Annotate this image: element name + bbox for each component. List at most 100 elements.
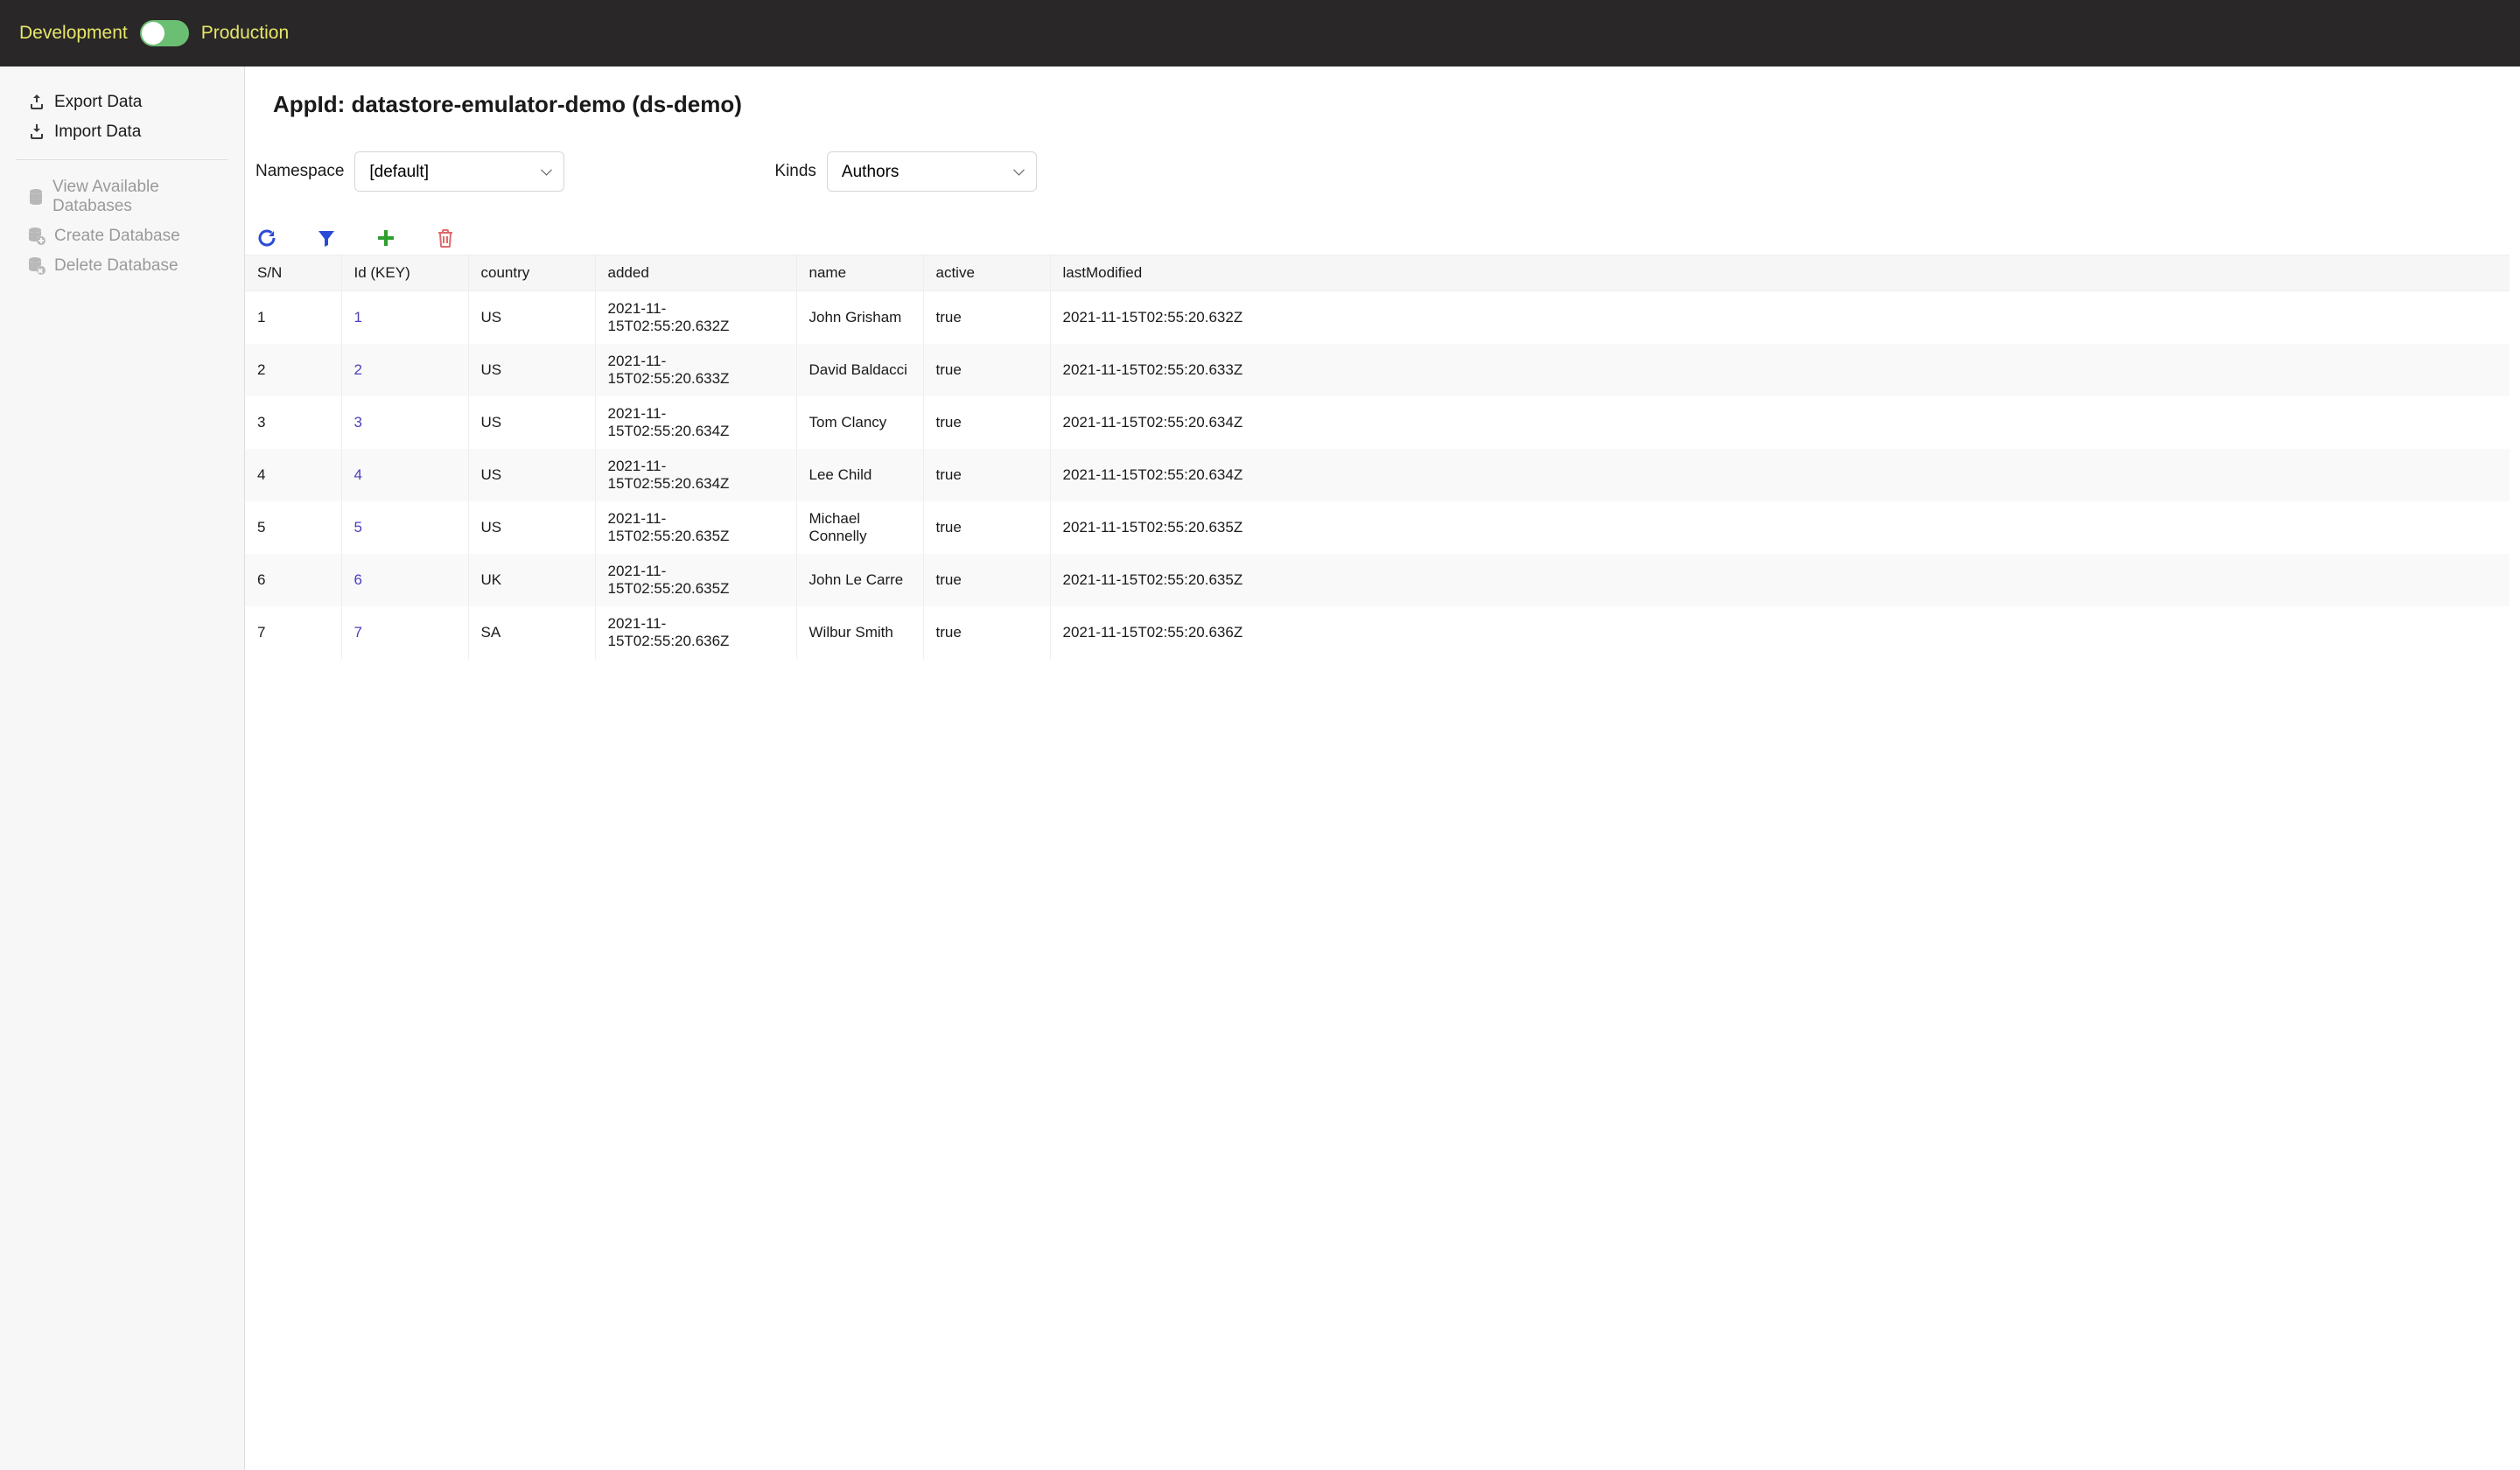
- cell-id[interactable]: 5: [341, 501, 468, 554]
- table-row[interactable]: 22US2021-11-15T02:55:20.633ZDavid Baldac…: [245, 344, 2510, 396]
- trash-icon: [437, 228, 454, 248]
- sidebar-create-database: Create Database: [16, 221, 228, 251]
- toggle-handle: [142, 22, 164, 45]
- kinds-label: Kinds: [774, 162, 816, 181]
- cell-id[interactable]: 4: [341, 449, 468, 501]
- cell-name: John Grisham: [796, 291, 923, 345]
- cell-active: true: [923, 396, 1050, 449]
- cell-added: 2021-11-15T02:55:20.635Z: [595, 501, 796, 554]
- cell-lastmodified: 2021-11-15T02:55:20.633Z: [1050, 344, 2510, 396]
- sidebar: Export Data Import Data View Available D…: [0, 66, 245, 1470]
- cell-added: 2021-11-15T02:55:20.635Z: [595, 554, 796, 606]
- database-icon: [28, 188, 44, 206]
- main-content: AppId: datastore-emulator-demo (ds-demo)…: [245, 66, 2520, 1470]
- cell-sn: 7: [245, 606, 341, 659]
- cell-id[interactable]: 6: [341, 554, 468, 606]
- cell-name: Tom Clancy: [796, 396, 923, 449]
- sidebar-import-data[interactable]: Import Data: [16, 117, 228, 147]
- cell-lastmodified: 2021-11-15T02:55:20.635Z: [1050, 501, 2510, 554]
- table-row[interactable]: 33US2021-11-15T02:55:20.634ZTom Clancytr…: [245, 396, 2510, 449]
- cell-id[interactable]: 1: [341, 291, 468, 345]
- table-row[interactable]: 66UK2021-11-15T02:55:20.635ZJohn Le Carr…: [245, 554, 2510, 606]
- table-row[interactable]: 44US2021-11-15T02:55:20.634ZLee Childtru…: [245, 449, 2510, 501]
- col-header-active[interactable]: active: [923, 256, 1050, 291]
- namespace-select-wrap: [default]: [354, 151, 564, 192]
- sidebar-export-data[interactable]: Export Data: [16, 88, 228, 117]
- col-header-added[interactable]: added: [595, 256, 796, 291]
- plus-icon: [376, 228, 396, 248]
- kinds-select-wrap: Authors: [827, 151, 1037, 192]
- cell-country: US: [468, 449, 595, 501]
- entities-table: S/N Id (KEY) country added name active l…: [245, 255, 2510, 659]
- env-label-production: Production: [201, 23, 289, 44]
- sidebar-item-label: Delete Database: [54, 256, 178, 276]
- cell-sn: 2: [245, 344, 341, 396]
- cell-country: UK: [468, 554, 595, 606]
- namespace-select[interactable]: [default]: [354, 151, 564, 192]
- sidebar-item-label: Create Database: [54, 227, 180, 246]
- sidebar-delete-database: Delete Database: [16, 251, 228, 281]
- cell-lastmodified: 2021-11-15T02:55:20.635Z: [1050, 554, 2510, 606]
- refresh-button[interactable]: [256, 227, 278, 249]
- database-plus-icon: [28, 228, 46, 245]
- sidebar-view-databases: View Available Databases: [16, 172, 228, 221]
- env-toggle[interactable]: [140, 20, 189, 46]
- cell-active: true: [923, 501, 1050, 554]
- cell-active: true: [923, 344, 1050, 396]
- col-header-country[interactable]: country: [468, 256, 595, 291]
- cell-active: true: [923, 606, 1050, 659]
- sidebar-item-label: View Available Databases: [52, 178, 216, 216]
- add-button[interactable]: [374, 227, 397, 249]
- cell-name: Wilbur Smith: [796, 606, 923, 659]
- col-header-lastmodified[interactable]: lastModified: [1050, 256, 2510, 291]
- cell-active: true: [923, 554, 1050, 606]
- database-delete-icon: [28, 257, 46, 275]
- table-row[interactable]: 11US2021-11-15T02:55:20.632ZJohn Grisham…: [245, 291, 2510, 345]
- cell-added: 2021-11-15T02:55:20.633Z: [595, 344, 796, 396]
- cell-id[interactable]: 3: [341, 396, 468, 449]
- sidebar-item-label: Import Data: [54, 122, 141, 142]
- cell-added: 2021-11-15T02:55:20.634Z: [595, 449, 796, 501]
- table-row[interactable]: 55US2021-11-15T02:55:20.635ZMichael Conn…: [245, 501, 2510, 554]
- kinds-select[interactable]: Authors: [827, 151, 1037, 192]
- cell-added: 2021-11-15T02:55:20.634Z: [595, 396, 796, 449]
- cell-sn: 5: [245, 501, 341, 554]
- cell-added: 2021-11-15T02:55:20.636Z: [595, 606, 796, 659]
- page-title: AppId: datastore-emulator-demo (ds-demo): [245, 91, 2510, 118]
- cell-id[interactable]: 2: [341, 344, 468, 396]
- cell-name: David Baldacci: [796, 344, 923, 396]
- col-header-name[interactable]: name: [796, 256, 923, 291]
- filter-icon: [317, 228, 336, 248]
- cell-sn: 1: [245, 291, 341, 345]
- export-icon: [28, 94, 46, 111]
- cell-lastmodified: 2021-11-15T02:55:20.634Z: [1050, 396, 2510, 449]
- query-controls: Namespace [default] Kinds Authors: [245, 151, 2510, 192]
- cell-sn: 3: [245, 396, 341, 449]
- cell-name: Michael Connelly: [796, 501, 923, 554]
- cell-name: John Le Carre: [796, 554, 923, 606]
- col-header-id[interactable]: Id (KEY): [341, 256, 468, 291]
- cell-country: SA: [468, 606, 595, 659]
- cell-country: US: [468, 396, 595, 449]
- topbar: Development Production: [0, 0, 2520, 66]
- cell-country: US: [468, 344, 595, 396]
- col-header-sn[interactable]: S/N: [245, 256, 341, 291]
- cell-country: US: [468, 501, 595, 554]
- cell-sn: 6: [245, 554, 341, 606]
- import-icon: [28, 123, 46, 141]
- cell-lastmodified: 2021-11-15T02:55:20.636Z: [1050, 606, 2510, 659]
- cell-id[interactable]: 7: [341, 606, 468, 659]
- cell-lastmodified: 2021-11-15T02:55:20.634Z: [1050, 449, 2510, 501]
- sidebar-item-label: Export Data: [54, 93, 142, 112]
- cell-sn: 4: [245, 449, 341, 501]
- cell-lastmodified: 2021-11-15T02:55:20.632Z: [1050, 291, 2510, 345]
- namespace-label: Namespace: [256, 162, 344, 181]
- env-label-development: Development: [19, 23, 128, 44]
- refresh-icon: [256, 228, 277, 248]
- cell-name: Lee Child: [796, 449, 923, 501]
- sidebar-divider: [16, 159, 228, 160]
- table-row[interactable]: 77SA2021-11-15T02:55:20.636ZWilbur Smith…: [245, 606, 2510, 659]
- filter-button[interactable]: [315, 227, 338, 249]
- cell-active: true: [923, 449, 1050, 501]
- delete-button[interactable]: [434, 227, 457, 249]
